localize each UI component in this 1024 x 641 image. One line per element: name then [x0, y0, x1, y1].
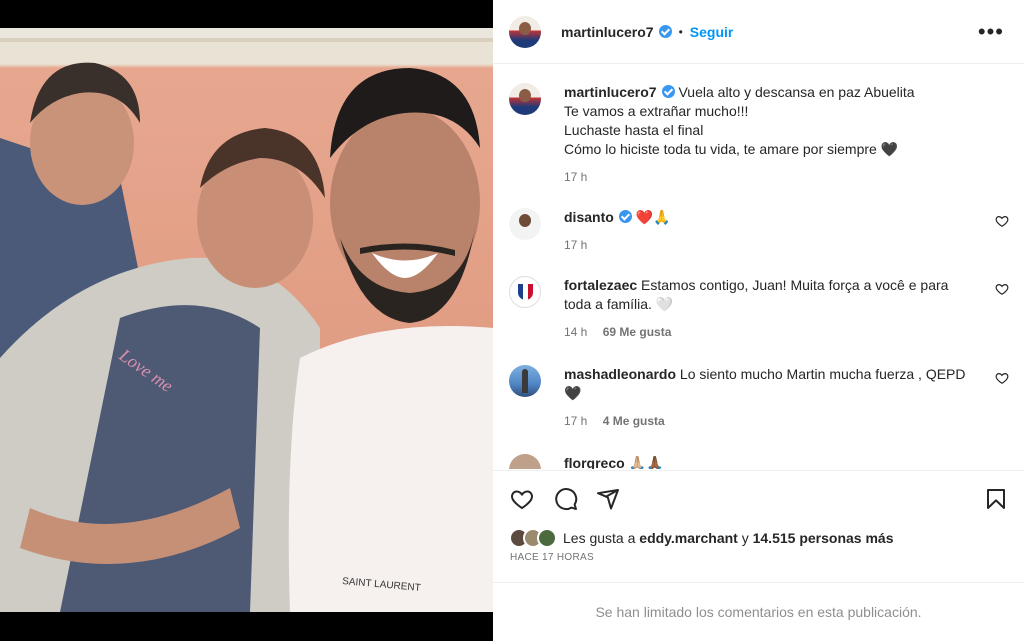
heart-icon[interactable]	[510, 487, 534, 511]
comment-likes[interactable]: 4 Me gusta	[603, 414, 665, 428]
verified-badge-icon	[618, 210, 632, 223]
post-timestamp[interactable]: HACE 17 HORAS	[510, 552, 594, 563]
bookmark-icon[interactable]	[984, 487, 1008, 511]
caption-line: Vuela alto y descansa en paz Abuelita	[678, 84, 915, 100]
separator-dot: •	[678, 24, 683, 39]
liker-avatar[interactable]	[537, 528, 557, 548]
comment-text: ❤️🙏	[635, 209, 671, 225]
caption-line: Cómo lo hiciste toda tu vida, te amare p…	[564, 141, 899, 157]
author-username[interactable]: martinlucero7	[561, 24, 654, 40]
caption-body: martinlucero7 Vuela alto y descansa en p…	[564, 83, 969, 187]
comment-time[interactable]: 17 h	[564, 238, 587, 252]
post-header: martinlucero7 • Seguir •••	[493, 0, 1024, 64]
likes-count[interactable]: 14.515 personas más	[753, 530, 894, 546]
comment-body: disanto ❤️🙏 17 h	[564, 208, 969, 255]
verified-badge-icon	[658, 25, 672, 38]
comment-username[interactable]: disanto	[564, 209, 614, 225]
likes-user[interactable]: eddy.marchant	[639, 530, 738, 546]
photo-illustration: SAINT LAURENT Love me	[0, 28, 493, 612]
caption-meta: 17 h	[564, 168, 969, 187]
verified-badge-icon	[661, 85, 675, 98]
photo-pane: SAINT LAURENT Love me	[0, 0, 493, 641]
caption-line: Te vamos a extrañar mucho!!!	[564, 103, 749, 119]
caption-author-avatar[interactable]	[509, 83, 541, 115]
comment-time[interactable]: 14 h	[564, 325, 587, 339]
author-avatar[interactable]	[509, 15, 541, 48]
comment-text: 🙏🏼🙏🏾	[628, 455, 664, 469]
share-icon[interactable]	[596, 487, 620, 511]
comment-icon[interactable]	[554, 487, 578, 511]
likes-summary: Les gusta a eddy.marchant y 14.515 perso…	[509, 528, 893, 548]
commenter-avatar[interactable]	[509, 365, 541, 397]
comment-username[interactable]: florgreco	[564, 455, 625, 469]
comment-body: florgreco 🙏🏼🙏🏾	[564, 454, 969, 469]
caption-username[interactable]: martinlucero7	[564, 84, 657, 100]
comment-like-heart-icon[interactable]	[995, 371, 1009, 385]
commenter-avatar[interactable]	[509, 454, 541, 469]
comment-username[interactable]: mashadleonardo	[564, 366, 676, 382]
follow-button[interactable]: Seguir	[690, 24, 734, 40]
comment-body: mashadleonardo Lo siento mucho Martin mu…	[564, 365, 969, 431]
commenter-avatar[interactable]	[509, 276, 541, 308]
post-actions: Les gusta a eddy.marchant y 14.515 perso…	[493, 470, 1024, 582]
comment-like-heart-icon[interactable]	[995, 214, 1009, 228]
comment-like-heart-icon[interactable]	[995, 282, 1009, 296]
comment-likes[interactable]: 69 Me gusta	[603, 325, 672, 339]
comment-meta: 14 h 69 Me gusta	[564, 323, 969, 342]
comment-username[interactable]: fortalezaec	[564, 277, 637, 293]
caption-time[interactable]: 17 h	[564, 170, 587, 184]
commenter-avatar[interactable]	[509, 208, 541, 240]
comment-meta: 17 h	[564, 236, 969, 255]
post-side-panel: martinlucero7 • Seguir ••• martinlucero7…	[493, 0, 1024, 641]
comments-list[interactable]: martinlucero7 Vuela alto y descansa en p…	[493, 65, 1024, 469]
caption-line: Luchaste hasta el final	[564, 122, 704, 138]
comment-time[interactable]: 17 h	[564, 414, 587, 428]
comment-meta: 17 h 4 Me gusta	[564, 412, 969, 431]
more-options-icon[interactable]: •••	[978, 21, 1004, 43]
comments-limited-notice: Se han limitado los comentarios en esta …	[493, 582, 1024, 641]
likes-prefix: Les gusta a	[563, 530, 636, 546]
comment-body: fortalezaec Estamos contigo, Juan! Muita…	[564, 276, 969, 342]
likes-joiner: y	[741, 530, 749, 546]
post-photo[interactable]: SAINT LAURENT Love me	[0, 28, 493, 612]
